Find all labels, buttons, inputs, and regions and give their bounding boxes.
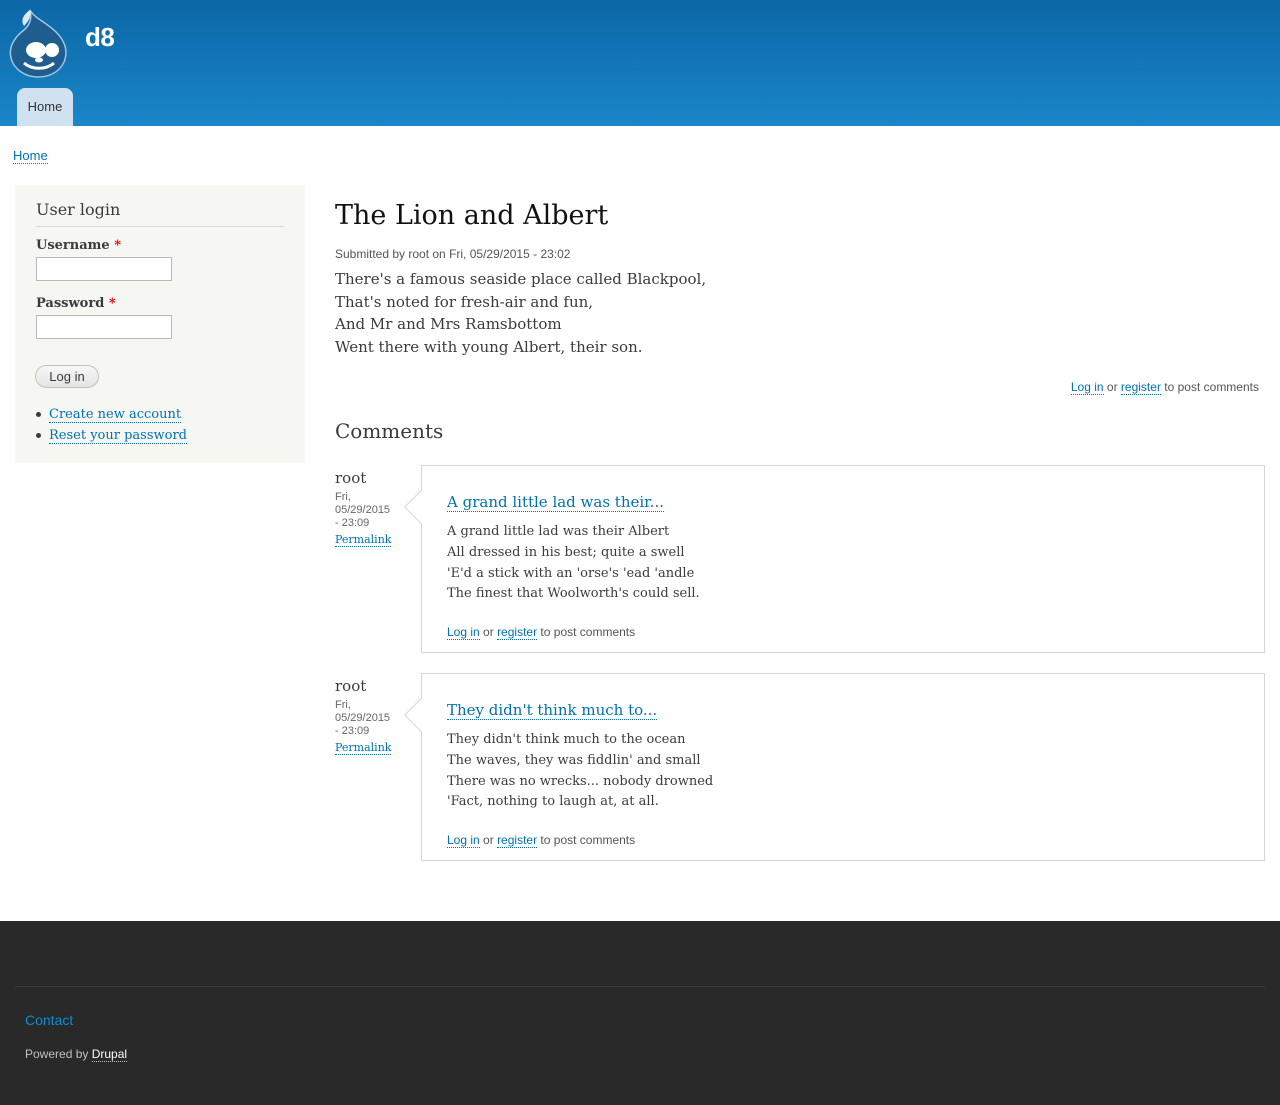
- log-in-link[interactable]: Log in: [1070, 380, 1104, 395]
- comment-pointer: [404, 490, 438, 524]
- log-in-link[interactable]: Log in: [447, 625, 480, 640]
- register-link[interactable]: register: [497, 625, 538, 640]
- node-links: Log in or register to post comments: [1070, 380, 1259, 395]
- reset-password-link[interactable]: Reset your password: [49, 428, 187, 444]
- log-in-link[interactable]: Log in: [447, 833, 480, 848]
- login-block-title: User login: [36, 200, 284, 227]
- drupal-logo-icon[interactable]: [6, 8, 70, 78]
- date-line: 05/29/2015: [335, 712, 391, 724]
- date-line: 05/29/2015: [335, 504, 391, 516]
- body-line: And Mr and Mrs Ramsbottom: [335, 315, 562, 334]
- date-line: Fri,: [335, 699, 351, 711]
- post-comments-text: to post comments: [1164, 380, 1259, 394]
- comment-title-link[interactable]: A grand little lad was their...: [447, 493, 664, 512]
- date-line: Fri,: [335, 491, 351, 503]
- comment-meta: root Fri, 05/29/2015 - 23:09 Permalink: [335, 469, 405, 548]
- create-account-link[interactable]: Create new account: [49, 407, 182, 423]
- comment-line: 'Fact, nothing to laugh at, at all.: [447, 794, 659, 810]
- comment-body: They didn't think much to the ocean The …: [447, 730, 713, 813]
- date-line: - 23:09: [335, 517, 370, 529]
- comment-links: Log in or register to post comments: [447, 625, 636, 640]
- password-label-text: Password: [36, 296, 105, 311]
- page-title: The Lion and Albert: [335, 200, 609, 231]
- drupal-link[interactable]: Drupal: [91, 1047, 128, 1062]
- permalink-link[interactable]: Permalink: [335, 741, 392, 755]
- comment-date: Fri, 05/29/2015 - 23:09: [335, 491, 405, 530]
- or-text: or: [483, 625, 494, 639]
- comments-heading: Comments: [335, 419, 444, 443]
- password-input[interactable]: [36, 315, 172, 339]
- comment-author[interactable]: root: [335, 677, 405, 695]
- bullet-icon: [36, 412, 41, 417]
- comment-links: Log in or register to post comments: [447, 833, 636, 848]
- bullet-icon: [36, 433, 41, 438]
- comment-pointer: [404, 698, 438, 732]
- powered-by-text: Powered by: [25, 1047, 89, 1061]
- required-marker: *: [108, 296, 116, 311]
- required-marker: *: [114, 238, 122, 253]
- breadcrumb-home-link[interactable]: Home: [13, 148, 48, 164]
- body-line: Went there with young Albert, their son.: [335, 338, 643, 357]
- comment-line: All dressed in his best; quite a swell: [447, 544, 685, 560]
- footer-contact-link[interactable]: Contact: [25, 1012, 73, 1028]
- username-label-text: Username: [36, 238, 110, 253]
- comment-body: A grand little lad was their Albert All …: [447, 522, 700, 605]
- comment-line: The waves, they was fiddlin' and small: [447, 752, 701, 768]
- site-name[interactable]: d8: [85, 22, 115, 53]
- submitted-info: Submitted by root on Fri, 05/29/2015 - 2…: [335, 247, 571, 261]
- comment-line: A grand little lad was their Albert: [447, 524, 670, 539]
- register-link[interactable]: register: [1120, 380, 1161, 395]
- post-comments-text: to post comments: [540, 625, 636, 639]
- username-input[interactable]: [36, 257, 172, 281]
- or-text: or: [483, 833, 494, 847]
- comment-line: There was no wrecks... nobody drowned: [447, 773, 714, 789]
- comment-title-link[interactable]: They didn't think much to...: [447, 701, 658, 720]
- comment-box: A grand little lad was their... A grand …: [404, 465, 1265, 653]
- comment-box: They didn't think much to... They didn't…: [404, 673, 1265, 861]
- body-line: There's a famous seaside place called Bl…: [335, 270, 707, 288]
- post-comments-text: to post comments: [540, 833, 636, 847]
- body-line: That's noted for fresh-air and fun,: [335, 292, 594, 311]
- comment-line: They didn't think much to the ocean: [447, 732, 686, 747]
- site-header: d8 Home: [0, 0, 1280, 126]
- footer-divider: [15, 986, 1265, 987]
- node-body: There's a famous seaside place called Bl…: [335, 268, 706, 359]
- list-item: Reset your password: [36, 428, 187, 444]
- comment-date: Fri, 05/29/2015 - 23:09: [335, 699, 405, 738]
- comment-meta: root Fri, 05/29/2015 - 23:09 Permalink: [335, 677, 405, 756]
- site-footer: Contact Powered by Drupal: [0, 921, 1280, 1105]
- register-link[interactable]: register: [497, 833, 538, 848]
- user-login-block: User login Username * Password * Log in …: [15, 185, 305, 463]
- permalink-link[interactable]: Permalink: [335, 533, 392, 547]
- breadcrumb: Home: [13, 148, 48, 164]
- date-line: - 23:09: [335, 725, 370, 737]
- password-label: Password *: [36, 296, 116, 311]
- comment-line: The finest that Woolworth's could sell.: [447, 586, 700, 602]
- powered-by: Powered by Drupal: [25, 1047, 128, 1062]
- nav-tab-home[interactable]: Home: [17, 88, 73, 126]
- list-item: Create new account: [36, 407, 182, 423]
- username-label: Username *: [36, 238, 121, 253]
- or-text: or: [1106, 380, 1118, 394]
- comment-line: 'E'd a stick with an 'orse's 'ead 'andle: [447, 565, 695, 581]
- comment-author[interactable]: root: [335, 469, 405, 487]
- log-in-button[interactable]: Log in: [35, 365, 99, 388]
